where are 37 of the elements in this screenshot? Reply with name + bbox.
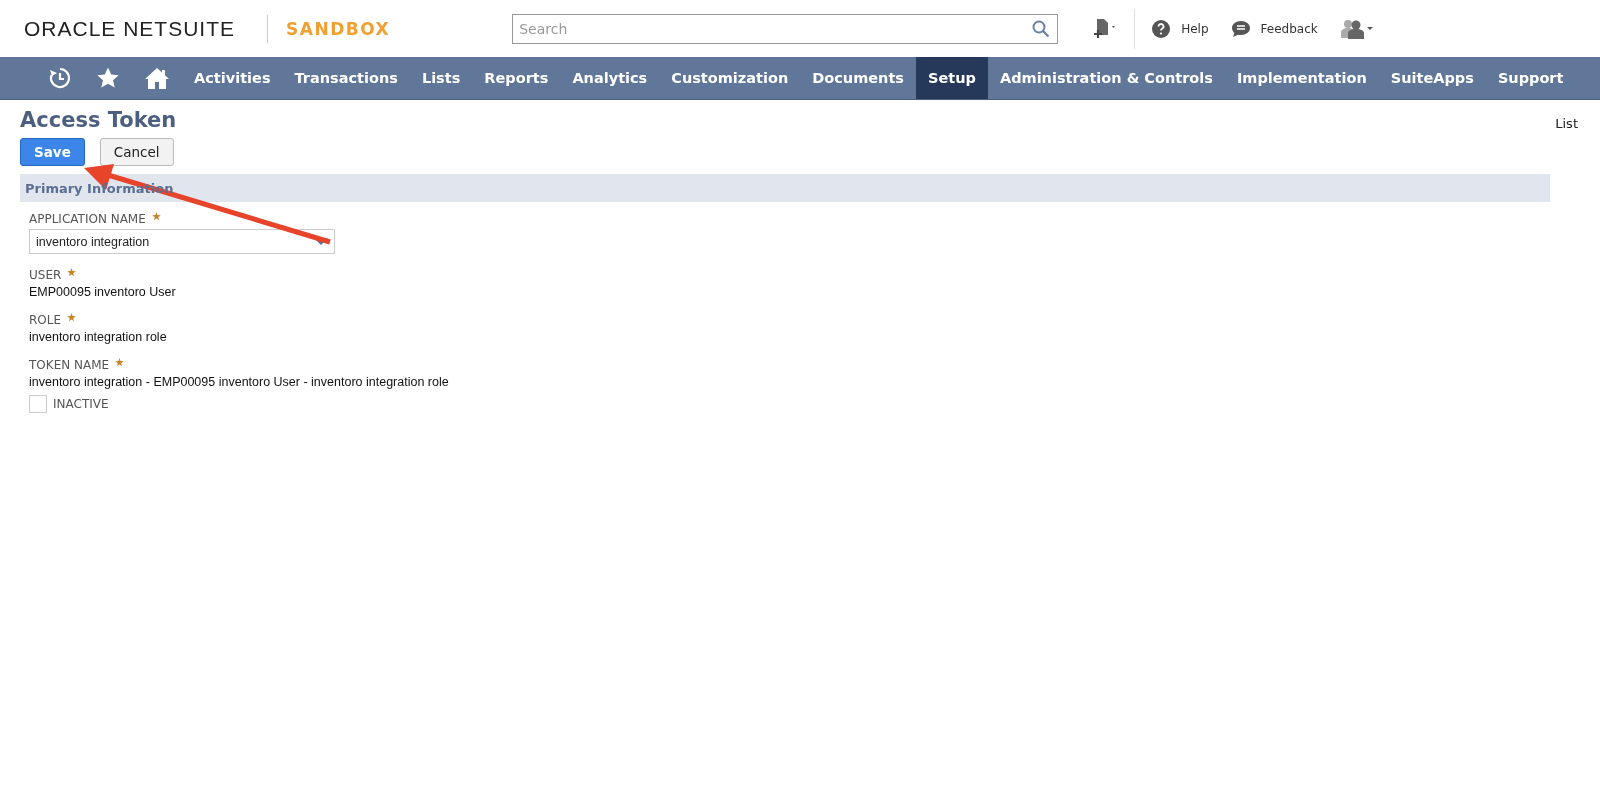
field-label: USER bbox=[29, 268, 62, 282]
nav-tab[interactable]: Documents bbox=[800, 57, 916, 99]
environment-label: SANDBOX bbox=[286, 18, 391, 39]
nav-tab[interactable]: Setup bbox=[916, 57, 988, 99]
field-label: APPLICATION NAME bbox=[29, 212, 146, 226]
page-title: Access Token bbox=[20, 108, 177, 132]
save-button[interactable]: Save bbox=[20, 138, 85, 166]
cancel-button[interactable]: Cancel bbox=[99, 138, 174, 166]
chat-bubble-icon[interactable] bbox=[1230, 18, 1251, 39]
nav-tab[interactable]: Reports bbox=[472, 57, 561, 99]
nav-tab[interactable]: Support bbox=[1485, 57, 1576, 99]
list-link[interactable]: List bbox=[1555, 116, 1578, 132]
nav-tab[interactable]: Customization bbox=[659, 57, 801, 99]
search-field[interactable]: Search bbox=[512, 13, 1059, 44]
search-icon[interactable] bbox=[1032, 19, 1051, 38]
nav-tab[interactable]: Transactions bbox=[282, 57, 410, 99]
help-icon[interactable] bbox=[1151, 18, 1172, 39]
home-icon[interactable] bbox=[144, 66, 170, 90]
checkbox-label: INACTIVE bbox=[53, 397, 109, 411]
history-icon[interactable] bbox=[48, 66, 72, 90]
brand-logo[interactable]: ORACLE NETSUITE bbox=[24, 16, 236, 41]
field-value: inventoro integration role bbox=[29, 330, 168, 344]
nav-tab[interactable]: Administration & Controls bbox=[987, 57, 1225, 99]
nav-tab[interactable]: Analytics bbox=[560, 57, 660, 99]
nav-tab[interactable]: Lists bbox=[409, 57, 473, 99]
nav-tab[interactable]: Activities bbox=[182, 57, 283, 99]
feedback-link[interactable]: Feedback bbox=[1260, 21, 1318, 36]
users-icon[interactable] bbox=[1339, 17, 1374, 40]
field-value: EMP00095 inventoro User bbox=[29, 285, 177, 299]
field-label: TOKEN NAME bbox=[29, 358, 110, 372]
field-value: inventoro integration - EMP00095 inventoro User - inventoro integration role bbox=[29, 375, 450, 389]
nav-tab[interactable]: Implementation bbox=[1224, 57, 1379, 99]
checkbox[interactable] bbox=[29, 395, 47, 413]
star-icon[interactable] bbox=[96, 66, 120, 90]
field-label: ROLE bbox=[29, 313, 62, 327]
help-link[interactable]: Help bbox=[1181, 21, 1209, 36]
nav-tab[interactable]: SuiteApps bbox=[1378, 57, 1486, 99]
